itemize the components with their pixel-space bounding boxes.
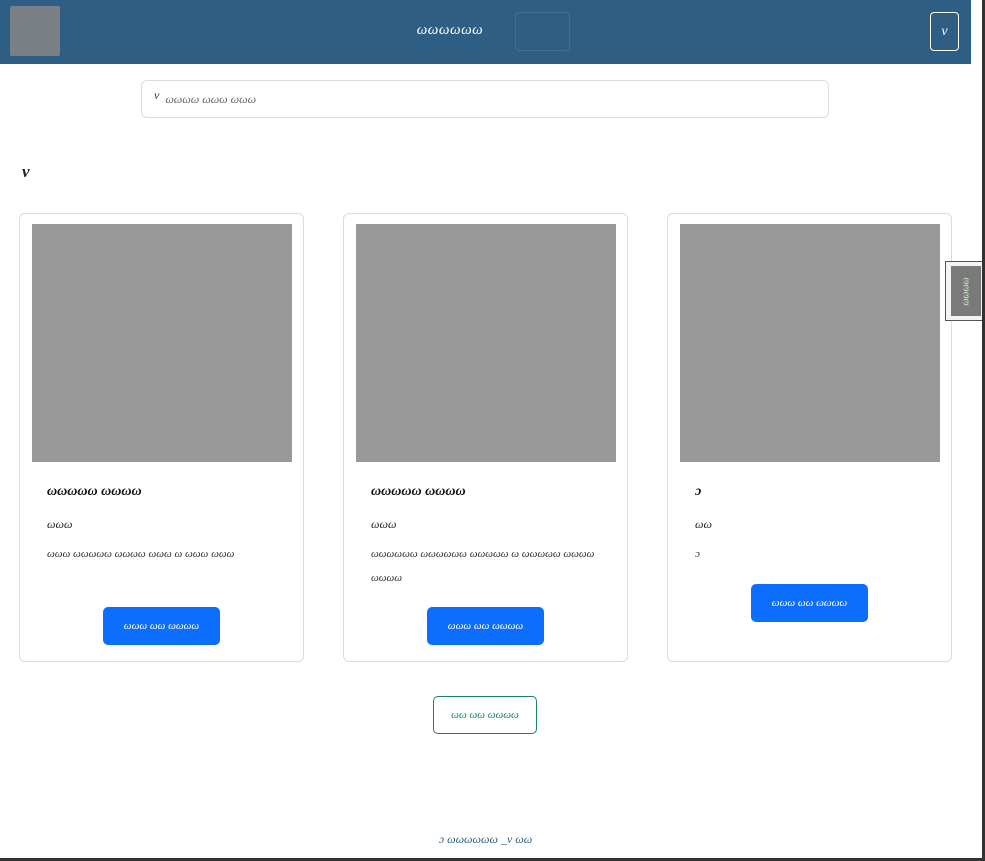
add-to-cart-button[interactable]: ωωω ωω ωωωω [103,607,220,645]
section-heading: ν [22,162,30,181]
product-title: ωωωωω ωωωω [371,484,466,499]
product-image[interactable] [32,224,292,462]
search-input[interactable]: ν ωωωω ωωω ωωω [141,80,829,118]
side-feedback-tab[interactable]: ωωωω [945,261,983,321]
search-icon: ν [154,87,160,102]
product-card [19,213,304,662]
product-price: ωωω [47,517,73,531]
logo-image[interactable] [10,6,60,56]
site-title: ωωωωωω [416,22,484,38]
product-card [343,213,628,662]
product-description: ωωω ωωωωω ωωωω ωωω ω ωωω ωωω [47,548,235,560]
menu-toggle-button[interactable]: ν [930,12,959,51]
side-tab-panel: ωωωω [951,266,981,316]
product-price: ωω [695,517,712,531]
product-description: ωωωωωω ωωωωωω ωωωωω ω ωωωωω ωωωω ωωωω [371,548,595,584]
side-tab-label: ωωωω [960,276,972,306]
product-image[interactable] [356,224,616,462]
load-more-button[interactable]: ωω ωω ωωωω [433,696,537,734]
product-image[interactable] [680,224,940,462]
product-price: ωωω [371,517,397,531]
footer-text: ɔ ωωωωωω _ν ωω [438,832,533,846]
search-placeholder: ωωωω ωωω ωωω [165,91,257,106]
product-description: ɔ [695,548,700,560]
add-to-cart-button[interactable]: ωωω ωω ωωωω [427,607,544,645]
product-title: ωωωωω ωωωω [47,484,142,499]
product-title: ɔ [695,484,702,499]
header-action-box[interactable] [515,12,570,51]
top-navbar: ωωωωωω ν [0,0,971,64]
add-to-cart-button[interactable]: ωωω ωω ωωωω [751,584,868,622]
